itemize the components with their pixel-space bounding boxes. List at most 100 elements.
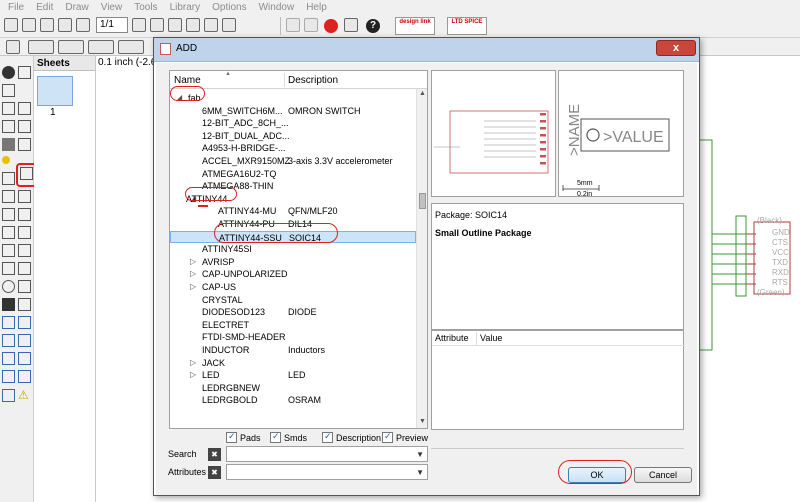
mirror-icon[interactable] <box>2 120 15 133</box>
line-icon[interactable] <box>2 262 15 275</box>
save-icon[interactable] <box>22 18 36 32</box>
tree-row[interactable]: ▷ AVRISP <box>170 256 416 268</box>
zoom-redraw-icon[interactable] <box>186 18 200 32</box>
zoom-last-icon[interactable] <box>222 18 236 32</box>
design-link-button[interactable]: design link <box>395 17 435 35</box>
show-icon[interactable] <box>18 66 31 79</box>
tree-row[interactable]: ATMEGA16U2-TQ <box>170 168 416 180</box>
attributes-clear-icon[interactable]: ✖ <box>208 466 221 479</box>
rect-icon[interactable] <box>2 298 15 311</box>
attributes-input[interactable]: ▼ <box>226 464 428 480</box>
attribute-column-header[interactable]: Attribute <box>435 333 469 343</box>
value-icon[interactable] <box>2 226 15 239</box>
expand-arrow-icon[interactable]: ▷ <box>190 256 196 268</box>
errors-icon[interactable] <box>2 389 15 402</box>
menu-draw[interactable]: Draw <box>59 2 94 13</box>
name-icon[interactable] <box>18 208 31 221</box>
text-icon[interactable] <box>18 262 31 275</box>
spice-button[interactable]: LTD SPICE <box>447 17 487 35</box>
sheets-tab[interactable]: Sheets <box>34 56 95 71</box>
rotate-icon[interactable] <box>18 120 31 133</box>
junction-icon[interactable] <box>2 334 15 347</box>
zoom-in-icon[interactable] <box>150 18 164 32</box>
menu-tools[interactable]: Tools <box>128 2 163 13</box>
tree-row[interactable]: ▷ JACK <box>170 357 416 369</box>
tree-row[interactable]: 12-BIT_ADC_8CH_... <box>170 117 416 129</box>
pads-checkbox[interactable]: Pads <box>226 431 261 443</box>
tree-row[interactable]: ATTINY45SI <box>170 243 416 255</box>
gateswap-icon[interactable] <box>18 190 31 203</box>
menu-help[interactable]: Help <box>300 2 333 13</box>
tree-row[interactable]: LEDRGBNEW <box>170 382 416 394</box>
tree-row[interactable]: DIODESOD123 DIODE <box>170 306 416 318</box>
display-icon[interactable] <box>2 84 15 97</box>
split-icon[interactable] <box>2 244 15 257</box>
layer-icon[interactable] <box>28 40 54 54</box>
grid-icon[interactable] <box>6 40 20 54</box>
tree-row[interactable]: A4953-H-BRIDGE-... <box>170 142 416 154</box>
expand-arrow-icon[interactable]: ▷ <box>190 281 196 293</box>
search-dropdown-icon[interactable]: ▼ <box>416 450 424 459</box>
cancel-button[interactable]: Cancel <box>634 467 692 483</box>
tree-row[interactable]: ◢ fab <box>170 92 416 104</box>
layer4-icon[interactable] <box>118 40 144 54</box>
help-icon[interactable]: ? <box>366 19 380 33</box>
frame-icon[interactable] <box>18 370 31 383</box>
erc-icon[interactable] <box>2 370 15 383</box>
expand-arrow-icon[interactable]: ▷ <box>190 369 196 381</box>
column-name-header[interactable]: Name <box>174 75 201 86</box>
replace-icon[interactable] <box>2 208 15 221</box>
sheet-thumbnail[interactable] <box>37 76 73 106</box>
paste-icon[interactable] <box>2 156 10 164</box>
arc-icon[interactable] <box>18 280 31 293</box>
tree-row[interactable]: ▷ LED LED <box>170 369 416 381</box>
tree-row[interactable]: 6MM_SWITCH6M... OMRON SWITCH <box>170 105 416 117</box>
expand-arrow-icon[interactable]: ▷ <box>190 357 196 369</box>
attribute-icon[interactable] <box>2 352 15 365</box>
wire-icon[interactable] <box>18 244 31 257</box>
attributes-dropdown-icon[interactable]: ▼ <box>416 468 424 477</box>
value-column-header[interactable]: Value <box>480 333 502 343</box>
scroll-down-icon[interactable]: ▼ <box>419 418 426 425</box>
delete-icon[interactable] <box>2 172 15 185</box>
tree-row[interactable]: FTDI-SMD-HEADER <box>170 331 416 343</box>
cam-icon[interactable] <box>58 18 72 32</box>
change-icon[interactable] <box>18 138 31 151</box>
preview-checkbox[interactable]: Preview <box>382 431 428 443</box>
tree-row[interactable]: CRYSTAL <box>170 294 416 306</box>
redo-icon[interactable] <box>304 18 318 32</box>
tree-row[interactable]: ATTINY44-MU QFN/MLF20 <box>170 205 416 217</box>
menu-options[interactable]: Options <box>206 2 252 13</box>
tree-row[interactable]: ▷ CAP-UNPOLARIZED <box>170 268 416 280</box>
polygon-icon[interactable] <box>18 298 31 311</box>
zoom-out-icon[interactable] <box>168 18 182 32</box>
menu-window[interactable]: Window <box>253 2 301 13</box>
info-icon[interactable] <box>2 66 15 79</box>
menu-library[interactable]: Library <box>164 2 207 13</box>
warning-icon[interactable]: ⚠ <box>18 389 31 402</box>
layer2-icon[interactable] <box>58 40 84 54</box>
group-icon[interactable] <box>2 138 15 151</box>
copy-icon[interactable] <box>18 102 31 115</box>
layer3-icon[interactable] <box>88 40 114 54</box>
search-input[interactable]: ▼ <box>226 446 428 462</box>
library-tree[interactable]: ▲ Name Description ◢ fab 6MM_SWITCH6M... OM… <box>169 70 428 429</box>
menu-file[interactable]: File <box>2 2 30 13</box>
zoom-fit-icon[interactable] <box>132 18 146 32</box>
zoom-select-icon[interactable] <box>204 18 218 32</box>
column-description-header[interactable]: Description <box>288 75 338 86</box>
move-icon[interactable] <box>2 102 15 115</box>
sheet-select[interactable]: 1/1 <box>96 17 128 33</box>
scroll-thumb[interactable] <box>419 193 426 209</box>
board-icon[interactable] <box>76 18 90 32</box>
label-icon[interactable] <box>18 334 31 347</box>
scroll-up-icon[interactable]: ▲ <box>419 90 426 97</box>
menu-edit[interactable]: Edit <box>30 2 59 13</box>
tree-row[interactable]: ACCEL_MXR9150MZ 3-axis 3.3V accelerometer <box>170 155 416 167</box>
expand-arrow-icon[interactable]: ▷ <box>190 268 196 280</box>
dialog-titlebar[interactable]: ADD x <box>154 38 699 62</box>
go-icon[interactable] <box>344 18 358 32</box>
tree-row[interactable]: 12-BIT_DUAL_ADC... <box>170 130 416 142</box>
circle-icon[interactable] <box>2 280 15 293</box>
bus-icon[interactable] <box>2 316 15 329</box>
